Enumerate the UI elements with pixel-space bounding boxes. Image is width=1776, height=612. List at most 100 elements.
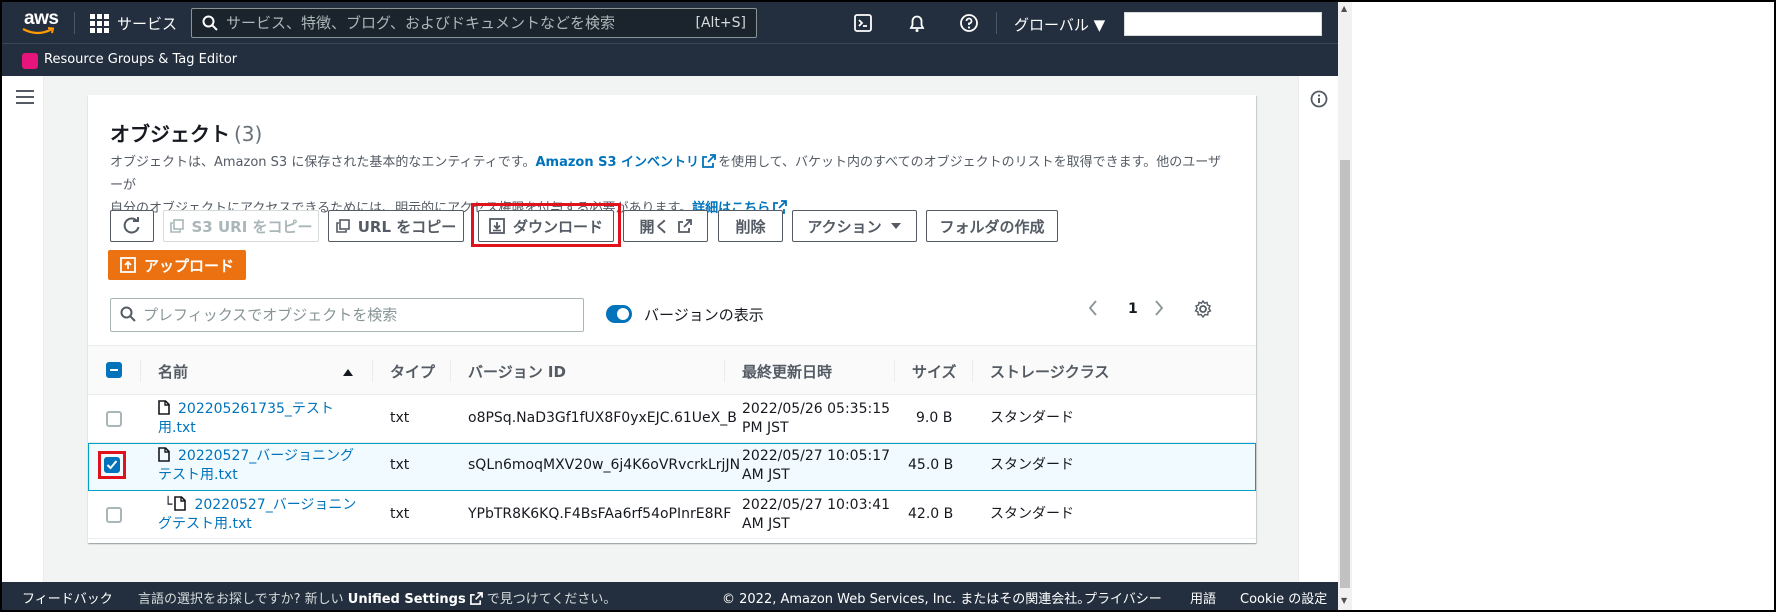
grid-icon — [90, 14, 109, 33]
language-notice-text: 言語の選択をお探しですか? 新しい — [138, 592, 344, 607]
object-type: txt — [390, 506, 410, 522]
last-modified-line2: AM JST — [742, 467, 790, 483]
cloudshell-icon[interactable] — [852, 12, 874, 34]
actions-dropdown[interactable]: アクション — [792, 210, 917, 242]
download-icon — [489, 218, 505, 234]
refresh-icon — [123, 217, 140, 234]
copy-icon — [335, 219, 350, 233]
object-name-link[interactable]: └ 20220527_バージョニン グテスト用.txt — [158, 496, 356, 534]
upload-button[interactable]: アップロード — [108, 250, 246, 280]
scrollbar-thumb[interactable] — [1340, 160, 1350, 588]
show-versions-toggle[interactable] — [606, 305, 632, 323]
description-text: オブジェクトは、Amazon S3 に保存された基本的なエンティティです。 — [110, 155, 536, 170]
search-icon — [120, 306, 136, 322]
row-checkbox[interactable] — [106, 411, 122, 427]
copy-url-button[interactable]: URL をコピー — [328, 210, 464, 242]
notifications-bell-icon[interactable] — [906, 12, 928, 34]
scroll-up-arrow-icon[interactable]: ▲ — [1341, 4, 1347, 13]
top-navigation: aws サービス [Alt+S] — [2, 2, 1338, 43]
help-icon[interactable] — [958, 12, 980, 34]
objects-container: オブジェクト (3) オブジェクトは、Amazon S3 に保存された基本的なエン… — [88, 95, 1256, 543]
account-menu[interactable] — [1124, 12, 1322, 36]
side-navigation-rail — [2, 76, 44, 584]
object-name-line1: 20220527_バージョニン — [194, 497, 357, 513]
open-button[interactable]: 開く — [623, 210, 708, 242]
last-modified-line2: AM JST — [742, 516, 790, 532]
aws-logo[interactable]: aws — [20, 8, 60, 38]
column-header-last-modified[interactable]: 最終更新日時 — [742, 361, 832, 382]
unified-settings-link[interactable]: Unified Settings — [348, 592, 466, 607]
select-all-checkbox[interactable] — [106, 362, 122, 378]
objects-count: (3) — [234, 122, 263, 146]
copy-url-label: URL をコピー — [357, 217, 457, 236]
object-name-line1: 20220527_バージョニング — [178, 448, 354, 464]
scroll-down-arrow-icon[interactable]: ▼ — [1341, 596, 1347, 605]
column-header-type[interactable]: タイプ — [390, 361, 435, 382]
services-menu[interactable]: サービス — [90, 13, 177, 34]
version-branch-icon: └ — [164, 497, 173, 513]
resource-groups-link[interactable]: Resource Groups & Tag Editor — [44, 52, 237, 67]
column-header-storage-class[interactable]: ストレージクラス — [990, 361, 1109, 382]
column-header-size[interactable]: サイズ — [912, 361, 957, 382]
column-separator — [140, 360, 141, 382]
external-link-icon — [469, 592, 483, 605]
region-selector[interactable]: グローバル ▼ — [1014, 14, 1105, 35]
search-icon — [202, 15, 218, 31]
column-header-version-id[interactable]: バージョン ID — [468, 361, 566, 382]
column-header-name[interactable]: 名前 — [158, 361, 188, 382]
inventory-link-label: Amazon S3 インベントリ — [535, 155, 700, 170]
table-row[interactable]: 202205261735_テスト 用.txt txt o8PSq.NaD3Gf1f… — [88, 395, 1256, 443]
page-number[interactable]: 1 — [1128, 301, 1138, 317]
language-notice: 言語の選択をお探しですか? 新しい Unified Settings で見つけてく… — [138, 588, 616, 607]
copyright-text: © 2022, Amazon Web Services, Inc. またはその関… — [722, 592, 1091, 607]
last-modified-line1: 2022/05/27 10:03:41 — [742, 497, 891, 513]
menu-icon[interactable] — [16, 90, 34, 108]
download-label: ダウンロード — [512, 217, 603, 236]
last-modified-line1: 2022/05/26 05:35:15 — [742, 401, 891, 417]
actions-label: アクション — [807, 217, 882, 236]
create-folder-button[interactable]: フォルダの作成 — [926, 210, 1058, 242]
create-folder-label: フォルダの作成 — [939, 217, 1045, 236]
table-row[interactable]: └ 20220527_バージョニン グテスト用.txt txt YPbTR8K6KQ… — [88, 491, 1256, 539]
info-icon[interactable] — [1310, 90, 1328, 108]
storage-class: スタンダード — [990, 506, 1074, 522]
delete-button[interactable]: 削除 — [718, 210, 783, 242]
table-row-selected[interactable]: 20220527_バージョニング テスト用.txt txt sQLn6moqMXV… — [88, 443, 1256, 491]
global-search[interactable]: [Alt+S] — [191, 8, 757, 38]
version-id: YPbTR8K6KQ.F4BsFAa6rf54oPInrE8RF — [468, 506, 732, 522]
prefix-filter-input[interactable] — [143, 305, 563, 325]
cookie-settings-link[interactable]: Cookie の設定 — [1240, 588, 1327, 607]
copy-s3-uri-label: S3 URI をコピー — [191, 217, 313, 236]
last-modified: 2022/05/26 05:35:15 PM JST — [742, 400, 890, 438]
aws-smile-icon — [22, 27, 55, 35]
column-separator — [724, 360, 725, 382]
sort-ascending-icon[interactable] — [342, 367, 354, 377]
object-size: 45.0 B — [908, 457, 954, 473]
object-name-link[interactable]: 20220527_バージョニング テスト用.txt — [158, 447, 354, 485]
privacy-link[interactable]: プライバシー — [1084, 588, 1162, 607]
copy-s3-uri-button[interactable]: S3 URI をコピー — [163, 210, 319, 242]
open-label: 開く — [639, 217, 670, 236]
settings-gear-icon[interactable] — [1194, 300, 1212, 318]
chevron-right-icon[interactable] — [1154, 300, 1164, 316]
download-button[interactable]: ダウンロード — [478, 210, 614, 242]
feedback-link[interactable]: フィードバック — [22, 588, 113, 607]
storage-class: スタンダード — [990, 410, 1074, 426]
objects-title: オブジェクト — [110, 122, 230, 146]
row-checkbox[interactable] — [104, 457, 120, 473]
inventory-link[interactable]: Amazon S3 インベントリ — [535, 154, 718, 170]
refresh-button[interactable] — [110, 210, 154, 242]
upload-label: アップロード — [143, 256, 234, 275]
row-checkbox[interactable] — [106, 507, 122, 523]
file-icon — [158, 400, 170, 415]
object-size: 9.0 B — [916, 410, 953, 426]
aws-console: aws サービス [Alt+S] — [2, 2, 1338, 610]
object-name-link[interactable]: 202205261735_テスト 用.txt — [158, 400, 334, 438]
objects-table-header: 名前 タイプ バージョン ID 最終更新日時 サイズ ストレージクラス — [88, 345, 1256, 395]
chevron-left-icon[interactable] — [1088, 300, 1098, 316]
prefix-filter[interactable] — [110, 298, 584, 332]
column-separator — [894, 360, 895, 382]
global-search-input[interactable] — [226, 13, 666, 33]
column-separator — [972, 360, 973, 382]
terms-link[interactable]: 用語 — [1190, 588, 1216, 607]
